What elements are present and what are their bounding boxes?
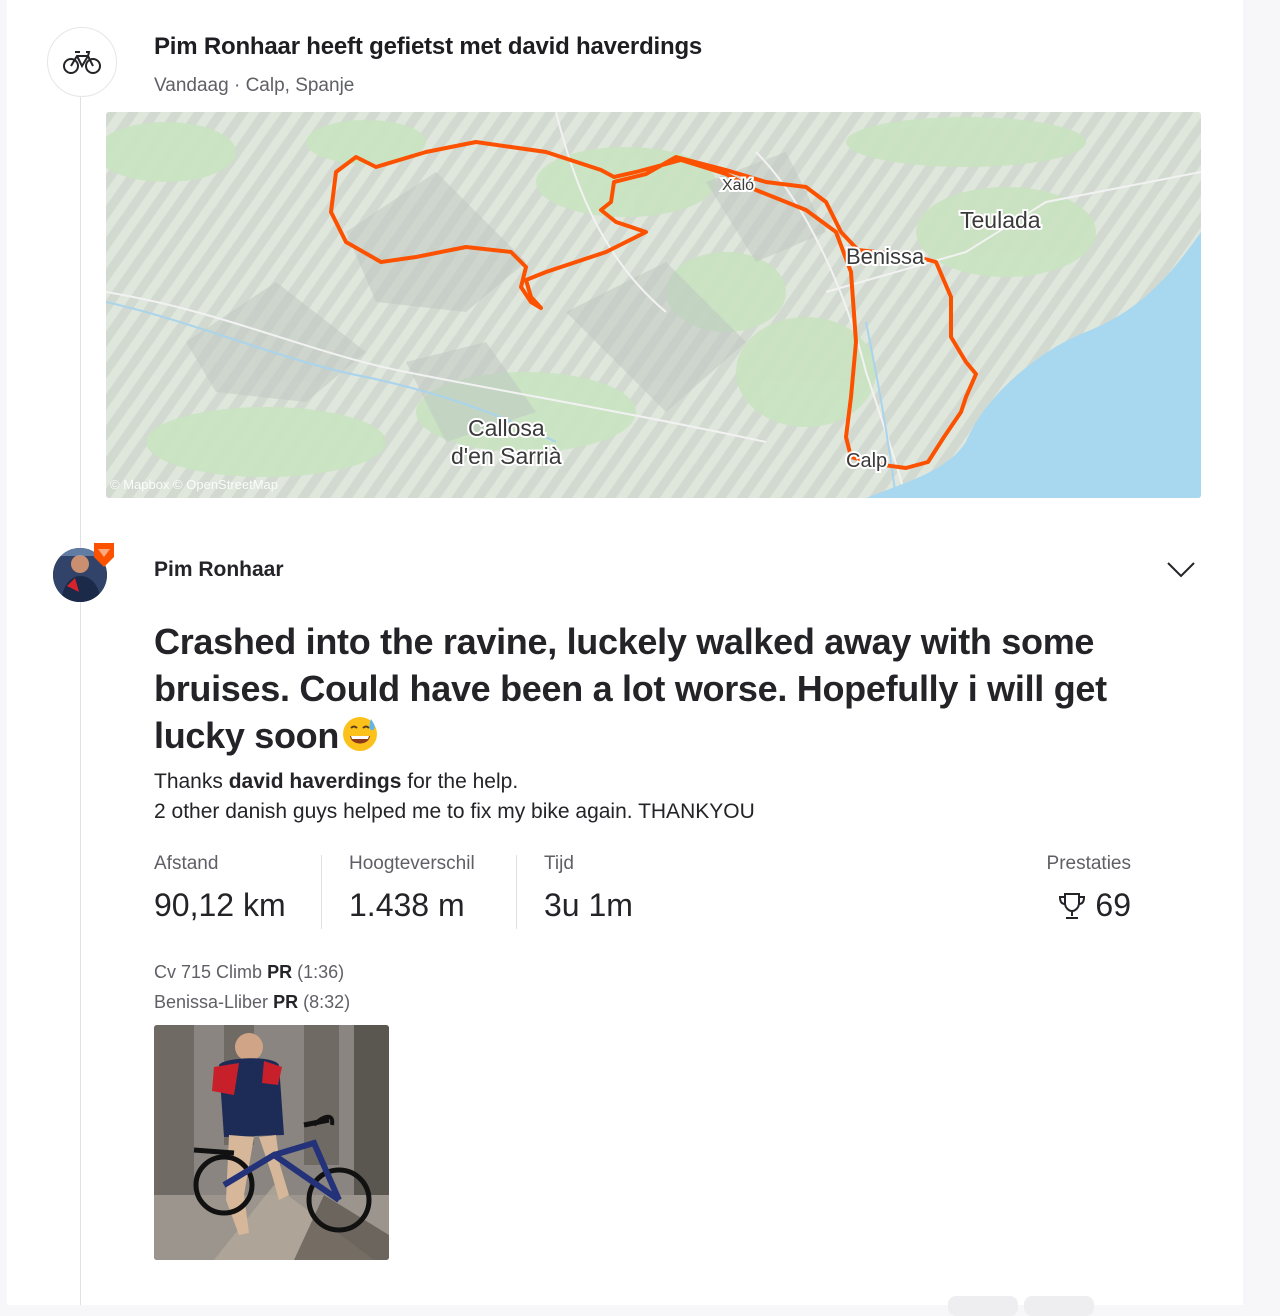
segment-efforts: Cv 715 Climb PR (1:36) Benissa-Lliber PR…: [154, 957, 350, 1017]
activity-location: Calp, Spanje: [245, 75, 355, 96]
group-activity-meta: Vandaag · Calp, Spanje: [154, 75, 354, 97]
map-attribution[interactable]: © Mapbox © OpenStreetMap: [110, 477, 278, 492]
stat-achievements: Prestaties 69: [1047, 853, 1131, 924]
segment-name: Benissa-Lliber: [154, 992, 269, 1012]
group-activity-title[interactable]: Pim Ronhaar heeft gefietst met david hav…: [154, 33, 702, 61]
stat-time-value: 3u 1m: [544, 887, 633, 923]
description-suffix: for the help.: [401, 770, 519, 793]
description-prefix: Thanks: [154, 770, 229, 793]
trophy-icon: [1059, 892, 1086, 919]
comment-button[interactable]: [1024, 1296, 1094, 1316]
bike-icon: [63, 51, 101, 74]
pr-badge: PR: [267, 962, 293, 982]
give-kudos-button[interactable]: [948, 1296, 1018, 1316]
stat-achievements-label: Prestaties: [1046, 853, 1131, 874]
chevron-down-icon[interactable]: [1166, 556, 1196, 582]
stat-distance-label: Afstand: [154, 853, 219, 874]
map-label-benissa: Benissa: [846, 244, 925, 269]
map-label-xalo: Xaló: [722, 177, 754, 194]
subscriber-badge-icon: [94, 543, 114, 567]
segment-name: Cv 715 Climb: [154, 962, 263, 982]
stat-elevation-label: Hoogteverschil: [349, 853, 475, 874]
activity-title[interactable]: Crashed into the ravine, luckely walked …: [154, 618, 1144, 759]
description-line-2: 2 other danish guys helped me to fix my …: [154, 800, 755, 823]
activity-photo[interactable]: [154, 1025, 389, 1260]
map-label-calp: Calp: [846, 450, 887, 472]
stat-time: Tijd 3u 1m: [544, 853, 633, 924]
activity-date: Vandaag: [154, 75, 229, 96]
activity-title-text: Crashed into the ravine, luckely walked …: [154, 621, 1107, 756]
stat-divider: [516, 855, 517, 929]
sport-type-badge: [47, 27, 117, 97]
stat-distance-value: 90,12 km: [154, 887, 286, 923]
segment-effort-row[interactable]: Cv 715 Climb PR (1:36): [154, 957, 350, 987]
segment-time: (1:36): [297, 962, 345, 982]
stat-distance: Afstand 90,12 km: [154, 853, 286, 924]
map-label-callosa-2: d'en Sarrià: [451, 443, 562, 469]
segment-time: (8:32): [303, 992, 351, 1012]
activity-feed-page: Pim Ronhaar heeft gefietst met david hav…: [0, 0, 1280, 1316]
pr-badge: PR: [273, 992, 299, 1012]
achievements-row: 69: [1047, 887, 1131, 924]
meta-separator: ·: [233, 75, 241, 96]
description-line-1: Thanks david haverdings for the help.: [154, 767, 755, 797]
stat-elevation-value: 1.438 m: [349, 887, 465, 923]
stat-elevation: Hoogteverschil 1.438 m: [349, 853, 475, 924]
stat-divider: [321, 855, 322, 929]
map-label-teulada: Teulada: [960, 207, 1041, 233]
segment-effort-row[interactable]: Benissa-Lliber PR (8:32): [154, 987, 350, 1017]
stat-achievements-value: 69: [1095, 887, 1131, 923]
timeline-line: [80, 95, 81, 1305]
grinning-sweat-emoji-icon: [343, 717, 378, 751]
activity-description: Thanks david haverdings for the help. 2 …: [154, 767, 755, 827]
mention-link[interactable]: david haverdings: [229, 770, 402, 793]
athlete-name[interactable]: Pim Ronhaar: [154, 558, 284, 582]
stat-time-label: Tijd: [544, 853, 574, 874]
map-label-callosa-1: Callosa: [468, 415, 545, 441]
route-map[interactable]: Teulada Benissa Xaló Callosa d'en Sarrià…: [106, 112, 1201, 498]
